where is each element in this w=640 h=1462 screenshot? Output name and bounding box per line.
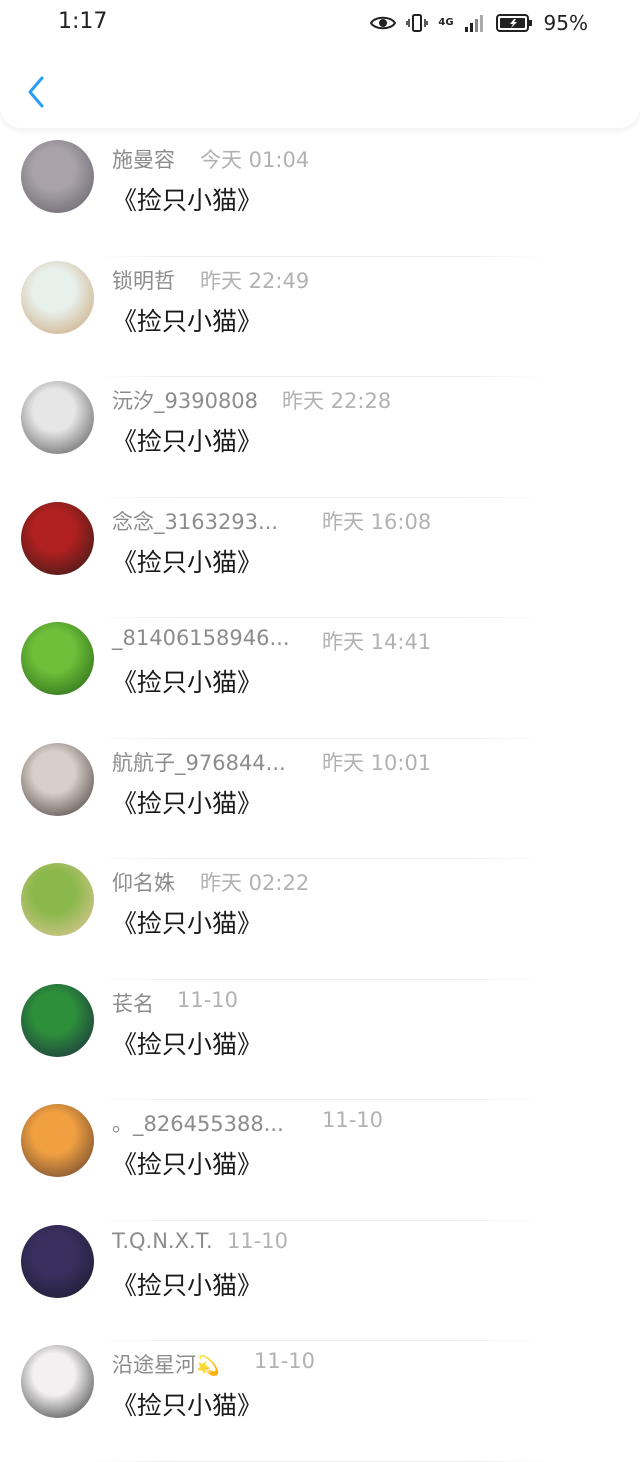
sparkle-icon: 💫: [196, 1355, 220, 1377]
chevron-left-icon: [28, 76, 44, 108]
avatar[interactable]: [21, 140, 94, 213]
comment-item[interactable]: 锁明哲 昨天 22:49 《捡只小猫》: [0, 257, 640, 377]
comment-item[interactable]: _81406158946... 昨天 14:41 《捡只小猫》: [0, 618, 640, 739]
avatar[interactable]: [21, 742, 94, 816]
status-bar: 1:17 4G 95%: [0, 0, 640, 50]
comment-meta: 仰名姝 昨天 02:22: [112, 867, 309, 895]
comment-item[interactable]: 仰名姝 昨天 02:22 《捡只小猫》: [0, 859, 640, 980]
avatar[interactable]: [21, 1224, 94, 1298]
username[interactable]: 施曼容: [112, 148, 175, 172]
comment-meta: T.Q.N.X.T. 11-10: [112, 1229, 288, 1257]
comment-time: 昨天 16:08: [322, 509, 432, 534]
comment-text: 《捡只小猫》: [112, 788, 263, 818]
status-icons: 4G 95%: [370, 8, 588, 38]
username[interactable]: 苌名: [112, 992, 154, 1016]
comment-meta: 沿途星河💫 11-10: [112, 1349, 315, 1377]
comment-meta: 念念_3163293... 昨天 16:08: [112, 506, 431, 534]
comment-meta: 锁明哲 昨天 22:49: [112, 265, 309, 293]
comment-time: 昨天 10:01: [322, 750, 432, 775]
username[interactable]: _81406158946...: [112, 626, 290, 650]
username[interactable]: 。_826455388...: [112, 1112, 284, 1136]
comment-text: 《捡只小猫》: [112, 668, 263, 697]
username[interactable]: T.Q.N.X.T.: [112, 1229, 213, 1253]
comment-text: 《捡只小猫》: [112, 1150, 263, 1179]
comment-item[interactable]: 苌名 11-10 《捡只小猫》: [0, 980, 640, 1100]
comment-text: 《捡只小猫》: [112, 427, 263, 456]
back-button[interactable]: [18, 72, 54, 112]
comment-item[interactable]: 沅汐_9390808 昨天 22:28 《捡只小猫》: [0, 377, 640, 498]
username[interactable]: 沅汐_9390808: [112, 389, 258, 413]
comment-text: 《捡只小猫》: [112, 909, 263, 938]
comment-item[interactable]: 。_826455388... 11-10 《捡只小猫》: [0, 1100, 640, 1221]
comment-time: 今天 01:04: [200, 148, 310, 172]
avatar[interactable]: [21, 863, 94, 936]
avatar[interactable]: [21, 983, 94, 1057]
comment-time: 11-10: [177, 987, 239, 1012]
comment-text: 《捡只小猫》: [112, 547, 263, 577]
battery-icon: [495, 14, 532, 32]
network-type: 4G: [438, 17, 454, 28]
divider: [90, 1460, 550, 1462]
avatar[interactable]: [21, 1104, 94, 1177]
username[interactable]: 念念_3163293...: [112, 510, 278, 534]
avatar[interactable]: [21, 1345, 94, 1418]
avatar[interactable]: [21, 622, 94, 695]
comment-meta: _81406158946... 昨天 14:41: [112, 626, 431, 654]
username[interactable]: 仰名姝: [112, 871, 175, 895]
comment-time: 昨天 02:22: [200, 871, 310, 895]
comment-meta: 。_826455388... 11-10: [112, 1108, 383, 1136]
comment-time: 11-10: [227, 1228, 289, 1253]
comment-text: 《捡只小猫》: [112, 1391, 263, 1420]
comment-item[interactable]: 航航子_976844... 昨天 10:01 《捡只小猫》: [0, 739, 640, 859]
avatar[interactable]: [21, 501, 94, 575]
comment-item[interactable]: 念念_3163293... 昨天 16:08 《捡只小猫》: [0, 498, 640, 618]
comment-time: 11-10: [254, 1349, 316, 1373]
comment-text: 《捡只小猫》: [112, 1270, 263, 1300]
comment-meta: 苌名 11-10: [112, 988, 238, 1016]
comment-text: 《捡只小猫》: [112, 306, 263, 336]
username[interactable]: 锁明哲: [112, 269, 175, 293]
comment-item[interactable]: T.Q.N.X.T. 11-10 《捡只小猫》: [0, 1221, 640, 1341]
comment-time: 昨天 14:41: [322, 630, 432, 654]
status-time: 1:17: [58, 9, 108, 34]
comment-text: 《捡只小猫》: [112, 186, 263, 215]
username[interactable]: 沿途星河: [112, 1353, 196, 1377]
avatar[interactable]: [21, 381, 94, 454]
comment-time: 昨天 22:28: [282, 389, 392, 413]
username[interactable]: 航航子_976844...: [112, 751, 286, 775]
comment-text: 《捡只小猫》: [112, 1029, 263, 1059]
comment-meta: 施曼容 今天 01:04: [112, 144, 309, 172]
comment-meta: 航航子_976844... 昨天 10:01: [112, 747, 431, 775]
comment-item[interactable]: 沿途星河💫 11-10 《捡只小猫》: [0, 1341, 640, 1462]
vibrate-icon: [406, 14, 429, 32]
comment-list: 施曼容 今天 01:04 《捡只小猫》 锁明哲 昨天 22:49 《捡只小猫》 沅汐_939…: [0, 136, 640, 1462]
eye-icon: [370, 16, 397, 30]
comment-meta: 沅汐_9390808 昨天 22:28: [112, 385, 391, 413]
comment-item[interactable]: 施曼容 今天 01:04 《捡只小猫》: [0, 136, 640, 257]
signal-icon: [464, 15, 483, 32]
comment-time: 11-10: [322, 1108, 384, 1132]
header: [0, 50, 640, 128]
comment-time: 昨天 22:49: [200, 268, 310, 293]
avatar[interactable]: [21, 260, 94, 334]
battery-percent: 95%: [543, 11, 588, 35]
